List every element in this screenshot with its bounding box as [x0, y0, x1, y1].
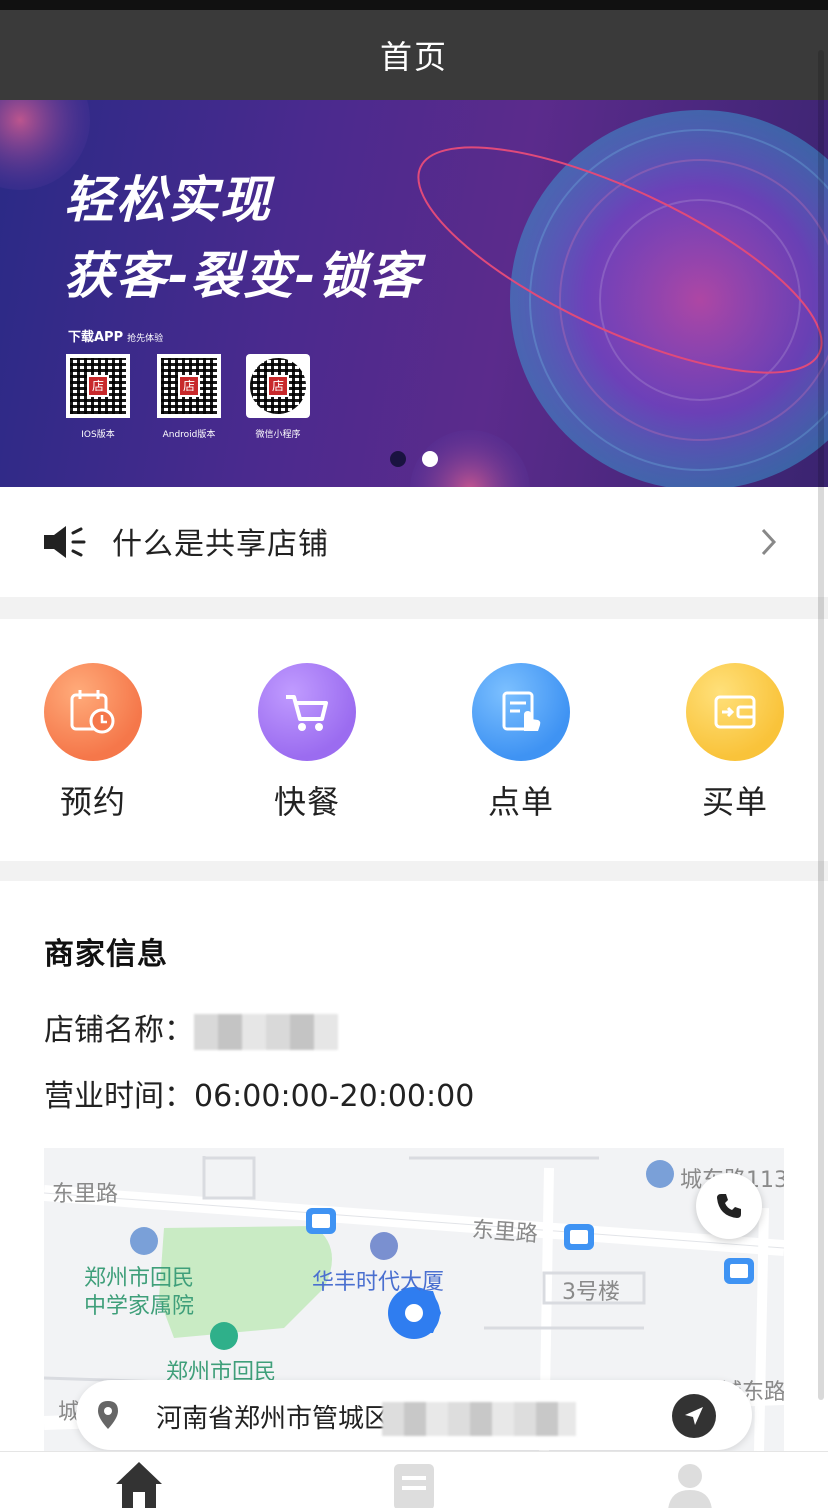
menu-item-fastfood[interactable]: 快餐 [237, 663, 377, 823]
quick-menu: 预约 快餐 点单 买单 [0, 619, 828, 861]
speaker-icon [44, 526, 86, 558]
map-road-label: 东里路 [52, 1182, 119, 1207]
status-bar [0, 0, 828, 10]
qrcode-label-ios: IOS版本 [81, 430, 115, 440]
profile-icon [668, 1464, 712, 1508]
phone-icon [717, 1194, 741, 1218]
banner-download-label: 下载APP 抢先体验 [68, 330, 164, 345]
address-redacted [382, 1402, 576, 1436]
ios-qrcode [66, 354, 130, 418]
menu-label-fastfood: 快餐 [273, 783, 340, 821]
carousel-dot-active[interactable] [422, 451, 438, 467]
qrcode-label-android: Android版本 [162, 430, 216, 440]
order-edit-icon [472, 663, 570, 761]
carousel-dot[interactable] [390, 451, 406, 467]
top-navbar: 首页 [0, 10, 828, 100]
orders-icon [394, 1464, 434, 1508]
notice-bar[interactable]: 什么是共享店铺 [0, 487, 828, 597]
carousel-indicator [390, 451, 438, 467]
business-hours-row: 营业时间：06:00:00-20:00:00 [44, 1071, 474, 1115]
menu-label-order: 点单 [487, 783, 554, 821]
wallet-icon [686, 663, 784, 761]
menu-label-reservation: 预约 [59, 783, 126, 821]
call-button[interactable] [696, 1173, 762, 1239]
qrcode-label-wechat: 微信小程序 [255, 430, 301, 440]
business-hours-label: 营业时间： [44, 1079, 194, 1114]
cart-icon [258, 663, 356, 761]
map-poi-label: 3号楼 [562, 1280, 620, 1305]
merchant-info-section: 商家信息 店铺名称： 营业时间：06:00:00-20:00:00 东里路 东里… [0, 881, 828, 1451]
store-name-row: 店铺名称： [44, 1005, 338, 1050]
calendar-clock-icon [44, 663, 142, 761]
location-pin-icon [98, 1401, 118, 1429]
menu-item-order[interactable]: 点单 [451, 663, 591, 823]
map-poi-label: 华丰时代大厦 [312, 1270, 445, 1295]
tab-orders[interactable] [392, 1460, 436, 1508]
tab-home[interactable] [114, 1460, 164, 1508]
home-page: 首页 轻松实现 获客-裂变-锁客 下载APP 抢先体验 店 IOS版本 店 An… [0, 0, 828, 1508]
navigate-button[interactable] [672, 1394, 716, 1438]
menu-item-pay[interactable]: 买单 [665, 663, 805, 823]
android-qrcode [157, 354, 221, 418]
menu-label-pay: 买单 [701, 783, 768, 821]
section-title: 商家信息 [44, 937, 168, 972]
navigation-arrow-icon [685, 1407, 703, 1425]
banner-headline-1: 轻松实现 [64, 171, 272, 229]
scrollbar[interactable] [818, 50, 824, 1400]
map-road-label: 东里路 [471, 1217, 539, 1248]
menu-item-reservation[interactable]: 预约 [23, 663, 163, 823]
chevron-right-icon [761, 528, 777, 556]
banner-headline-2: 获客-裂变-锁客 [64, 247, 422, 305]
home-icon [116, 1462, 162, 1508]
notice-text: 什么是共享店铺 [112, 527, 329, 562]
promo-banner-carousel[interactable]: 轻松实现 获客-裂变-锁客 下载APP抢先体验 IOS版本 Android版本 … [0, 100, 828, 487]
address-bar[interactable]: 河南省郑州市管城区兴 [76, 1380, 752, 1450]
bottom-tabbar [0, 1451, 828, 1508]
business-hours-value: 06:00:00-20:00:00 [194, 1079, 475, 1114]
tab-profile[interactable] [666, 1460, 714, 1508]
wechat-miniprogram-code [246, 354, 310, 418]
map-poi-label: 中学家属院 [84, 1294, 195, 1319]
store-name-label: 店铺名称： [44, 1013, 194, 1048]
store-name-redacted [194, 1013, 338, 1050]
page-title: 首页 [379, 38, 448, 76]
address-text: 河南省郑州市管城区兴 [156, 1404, 417, 1434]
